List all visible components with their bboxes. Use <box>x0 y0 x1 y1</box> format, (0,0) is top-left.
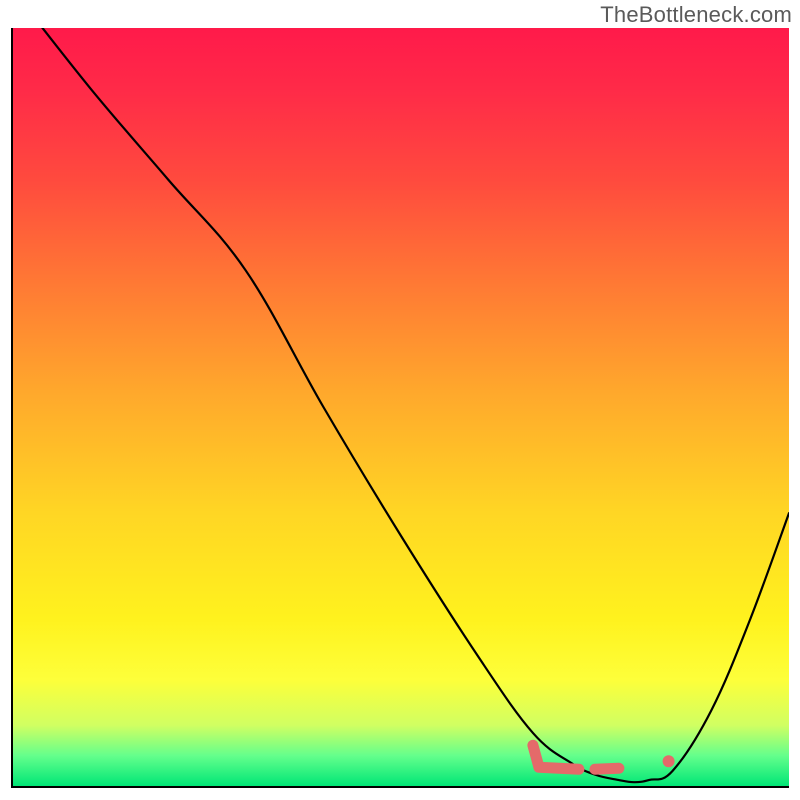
watermark-text: TheBottleneck.com <box>600 2 792 28</box>
chart-svg <box>13 28 789 786</box>
optimal-point-dot <box>663 755 675 767</box>
bottleneck-curve <box>13 28 789 782</box>
optimal-range-marker <box>533 745 619 769</box>
chart-canvas: TheBottleneck.com <box>0 0 800 800</box>
